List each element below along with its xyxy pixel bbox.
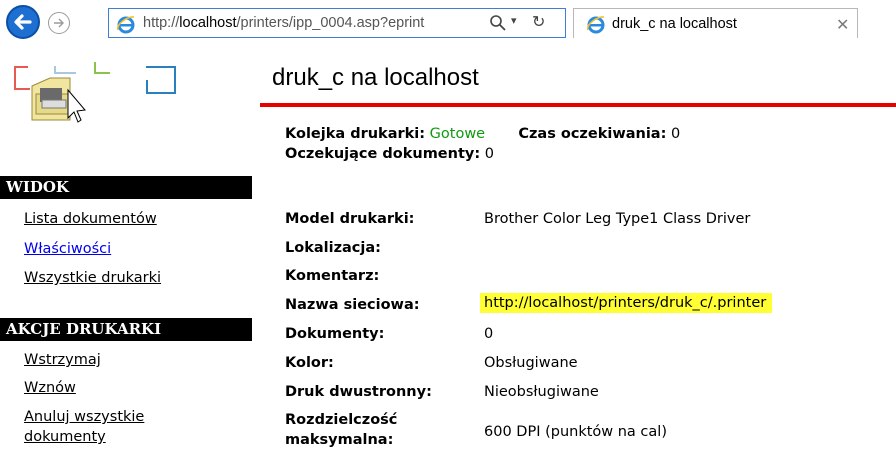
refresh-icon[interactable]: ↻: [532, 12, 545, 31]
prop-label-documents: Dokumenty:: [285, 326, 385, 342]
queue-value: Gotowe: [429, 126, 486, 142]
prop-value-color: Obsługiwane: [484, 355, 578, 371]
prop-value-network-name[interactable]: http://localhost/printers/druk_c/.printe…: [480, 293, 773, 313]
browser-chrome: http://localhost/printers/ipp_0004.asp?e…: [0, 0, 896, 58]
sidebar-item-cancel-all[interactable]: Anuluj wszystkie: [24, 409, 144, 425]
prop-label-comment: Komentarz:: [285, 268, 380, 284]
arrow-right-icon: [54, 18, 64, 28]
wait-value: 0: [670, 126, 681, 142]
title-divider: [260, 103, 896, 107]
printer-status: Kolejka drukarki: Gotowe Czas oczekiwani…: [285, 124, 680, 164]
prop-label-model: Model drukarki:: [285, 211, 415, 227]
prop-label-color: Kolor:: [285, 355, 334, 371]
forward-button[interactable]: [48, 12, 70, 34]
prop-value-resolution: 600 DPI (punktów na cal): [484, 424, 667, 440]
prop-value-model: Brother Color Leg Type1 Class Driver: [484, 211, 751, 227]
back-button[interactable]: [6, 5, 40, 39]
sidebar-item-document-list[interactable]: Lista dokumentów: [24, 211, 157, 227]
prop-label-resolution: Rozdzielczość: [285, 412, 398, 428]
ie-logo-icon: [117, 16, 135, 34]
ie-logo-icon: [587, 16, 605, 34]
sidebar-item-resume[interactable]: Wznów: [24, 380, 76, 396]
sidebar-heading-actions: AKCJE DRUKARKI: [0, 318, 252, 341]
page-title: druk_c na localhost: [272, 64, 479, 91]
prop-value-documents: 0: [484, 326, 494, 342]
tab-title: druk_c na localhost: [612, 16, 737, 32]
search-icon[interactable]: [489, 14, 507, 32]
sidebar-item-properties[interactable]: Właściwości: [24, 241, 111, 257]
prop-label-duplex: Druk dwustronny:: [285, 384, 432, 400]
queue-label: Kolejka drukarki:: [285, 126, 426, 142]
prop-label-resolution-line2: maksymalna:: [285, 432, 394, 448]
network-name-highlight[interactable]: http://localhost/printers/druk_c/.printe…: [480, 293, 773, 313]
printer-logo: [0, 58, 260, 128]
arrow-left-icon: [14, 14, 32, 30]
prop-value-duplex: Nieobsługiwane: [484, 384, 599, 400]
url-text[interactable]: http://localhost/printers/ipp_0004.asp?e…: [143, 15, 467, 31]
pending-value: 0: [484, 146, 494, 162]
close-icon[interactable]: ✕: [836, 15, 849, 34]
chevron-down-icon[interactable]: ▾: [511, 14, 517, 27]
sidebar-heading-view: WIDOK: [0, 176, 252, 199]
sidebar-item-all-printers[interactable]: Wszystkie drukarki: [24, 270, 161, 286]
sidebar-item-cancel-all-line2[interactable]: dokumenty: [24, 429, 106, 445]
prop-label-location: Lokalizacja:: [285, 240, 381, 256]
tab-printer[interactable]: druk_c na localhost ✕: [573, 8, 858, 38]
address-bar[interactable]: http://localhost/printers/ipp_0004.asp?e…: [108, 8, 566, 38]
prop-label-network-name: Nazwa sieciowa:: [285, 297, 420, 313]
wait-label: Czas oczekiwania:: [518, 126, 667, 142]
pending-label: Oczekujące dokumenty:: [285, 146, 481, 162]
printer-icon: [31, 77, 86, 123]
sidebar-item-pause[interactable]: Wstrzymaj: [24, 352, 101, 368]
